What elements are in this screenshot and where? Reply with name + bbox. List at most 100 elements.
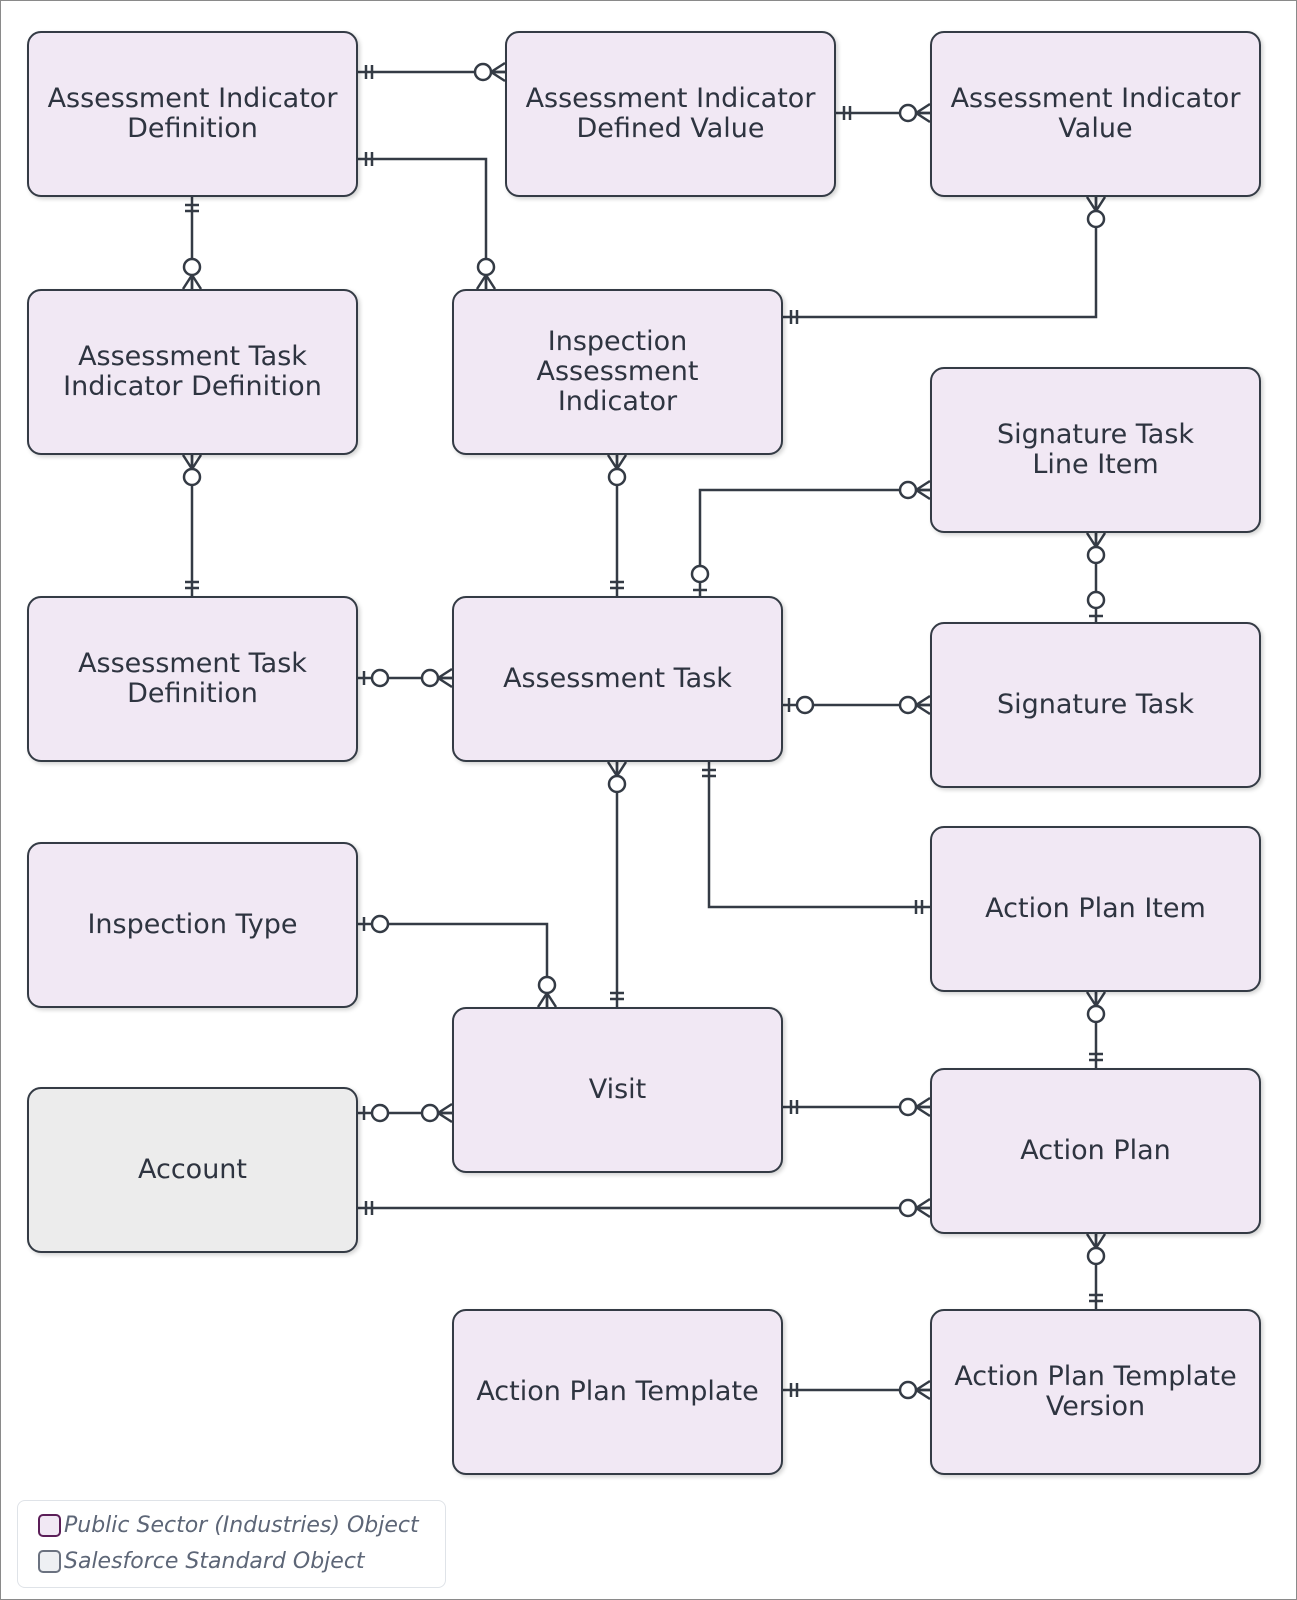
rel-ap-api-end-crow <box>1094 991 1107 1007</box>
rel-at-iai-end-crow <box>606 454 619 470</box>
rel-st-stli-end-crow <box>1085 532 1098 548</box>
rel-aptv-ap-end-crow <box>1094 1233 1107 1249</box>
rel-at-api <box>707 762 930 909</box>
entity-signature-task-line-item[interactable]: Signature Task Line Item <box>930 367 1261 533</box>
entity-label: Signature Task Line Item <box>996 419 1195 480</box>
rel-at-atid-end-circle <box>182 467 202 487</box>
entity-assessment-task[interactable]: Assessment Task <box>452 596 783 762</box>
rel-at-stli <box>698 488 930 596</box>
rel-apt-aptv-end-crow <box>915 1388 931 1401</box>
rel-at-stli-end-crow <box>915 479 931 492</box>
entity-label: Assessment Task Indicator Definition <box>63 341 322 402</box>
entity-label: Action Plan Template Version <box>954 1361 1237 1422</box>
rel-visit-at-end-crow <box>615 761 628 777</box>
entity-signature-task[interactable]: Signature Task <box>930 622 1261 788</box>
entity-label: Action Plan Item <box>985 893 1206 924</box>
rel-at-stli-start-circle <box>690 564 710 584</box>
rel-iai-aiv <box>783 197 1098 319</box>
entity-inspection-assessment-indicator[interactable]: Inspection Assessment Indicator <box>452 289 783 455</box>
rel-aid-aidv-end-crow <box>490 70 506 83</box>
entity-label: Assessment Indicator Definition <box>47 83 338 144</box>
legend-item-standard: Salesforce Standard Object <box>38 1549 365 1574</box>
rel-account-ap-end-circle <box>898 1198 918 1218</box>
rel-at-st-end-circle <box>898 695 918 715</box>
rel-atd-at-end-circle <box>420 668 440 688</box>
rel-visit-at-end-crow <box>606 761 619 777</box>
rel-it-visit-end-crow <box>545 992 558 1008</box>
legend-swatch-standard <box>38 1550 61 1573</box>
rel-account-visit-end-crow <box>437 1102 453 1115</box>
rel-apt-aptv-end-crow <box>915 1379 931 1392</box>
rel-aid-iai-end-crow <box>484 274 497 290</box>
rel-atd-at-end-crow <box>437 676 453 689</box>
rel-account-ap-end-crow <box>915 1206 931 1219</box>
entity-action-plan-template[interactable]: Action Plan Template <box>452 1309 783 1475</box>
rel-it-visit <box>358 922 549 1007</box>
rel-at-iai-end-crow <box>615 454 628 470</box>
rel-at-atid-end-crow <box>190 454 203 470</box>
legend-label: Salesforce Standard Object <box>64 1549 365 1574</box>
entity-label: Inspection Type <box>87 909 298 940</box>
legend-swatch-industries <box>38 1514 61 1537</box>
rel-it-visit-end-crow <box>536 992 549 1008</box>
legend: Public Sector (Industries) Object Salesf… <box>17 1500 446 1588</box>
rel-visit-at-end-circle <box>607 774 627 794</box>
legend-label: Public Sector (Industries) Object <box>64 1513 419 1538</box>
rel-aid-atid-end-circle <box>182 257 202 277</box>
entity-action-plan-template-version[interactable]: Action Plan Template Version <box>930 1309 1261 1475</box>
entity-inspection-type[interactable]: Inspection Type <box>27 842 358 1008</box>
rel-at-stli-end-crow <box>915 488 931 501</box>
rel-aid-iai-end-circle <box>476 257 496 277</box>
rel-st-stli-end-crow <box>1094 532 1107 548</box>
rel-st-stli-end-circle <box>1086 545 1106 565</box>
rel-atd-at-end-crow <box>437 667 453 680</box>
entity-label: Action Plan <box>1020 1135 1171 1166</box>
entity-action-plan[interactable]: Action Plan <box>930 1068 1261 1234</box>
rel-aid-aidv-end-crow <box>490 61 506 74</box>
rel-account-visit-start-circle <box>370 1103 390 1123</box>
entity-label: Inspection Assessment Indicator <box>536 326 699 417</box>
rel-ap-api-end-crow <box>1085 991 1098 1007</box>
rel-aidv-aiv-end-crow <box>915 102 931 115</box>
entity-visit[interactable]: Visit <box>452 1007 783 1173</box>
rel-aid-iai <box>358 157 488 289</box>
rel-visit-ap-end-circle <box>898 1097 918 1117</box>
rel-account-visit-end-circle <box>420 1103 440 1123</box>
entity-label: Assessment Indicator Defined Value <box>525 83 816 144</box>
rel-at-stli-end-circle <box>898 480 918 500</box>
entity-label: Visit <box>588 1074 647 1105</box>
entity-assessment-task-definition[interactable]: Assessment Task Definition <box>27 596 358 762</box>
entity-assessment-indicator-definition[interactable]: Assessment Indicator Definition <box>27 31 358 197</box>
rel-iai-aiv-end-circle <box>1086 209 1106 229</box>
rel-aid-atid-end-crow <box>181 274 194 290</box>
rel-at-st-end-crow <box>915 694 931 707</box>
rel-visit-ap-end-crow <box>915 1096 931 1109</box>
rel-aid-aidv-end-circle <box>473 62 493 82</box>
entity-assessment-indicator-defined-value[interactable]: Assessment Indicator Defined Value <box>505 31 836 197</box>
rel-it-visit-start-circle <box>370 914 390 934</box>
rel-at-iai-end-circle <box>607 467 627 487</box>
entity-action-plan-item[interactable]: Action Plan Item <box>930 826 1261 992</box>
rel-iai-aiv-end-crow <box>1085 196 1098 212</box>
rel-at-st-end-crow <box>915 703 931 716</box>
entity-assessment-task-indicator-definition[interactable]: Assessment Task Indicator Definition <box>27 289 358 455</box>
rel-aid-atid-end-crow <box>190 274 203 290</box>
rel-aptv-ap-end-circle <box>1086 1246 1106 1266</box>
entity-account[interactable]: Account <box>27 1087 358 1253</box>
rel-ap-api-end-circle <box>1086 1004 1106 1024</box>
rel-atd-at-start-circle <box>370 668 390 688</box>
rel-iai-aiv-end-crow <box>1094 196 1107 212</box>
rel-at-atid-end-crow <box>181 454 194 470</box>
entity-assessment-indicator-value[interactable]: Assessment Indicator Value <box>930 31 1261 197</box>
rel-aid-iai-end-crow <box>475 274 488 290</box>
rel-it-visit-end-circle <box>537 975 557 995</box>
entity-label: Action Plan Template <box>476 1376 759 1407</box>
rel-account-ap-end-crow <box>915 1197 931 1210</box>
rel-aidv-aiv-end-crow <box>915 111 931 124</box>
rel-visit-ap-end-crow <box>915 1105 931 1118</box>
entity-label: Account <box>137 1154 247 1185</box>
entity-label: Signature Task <box>996 689 1195 720</box>
rel-apt-aptv-end-circle <box>898 1380 918 1400</box>
rel-st-stli-start-circle <box>1086 590 1106 610</box>
legend-item-industries: Public Sector (Industries) Object <box>38 1513 419 1538</box>
